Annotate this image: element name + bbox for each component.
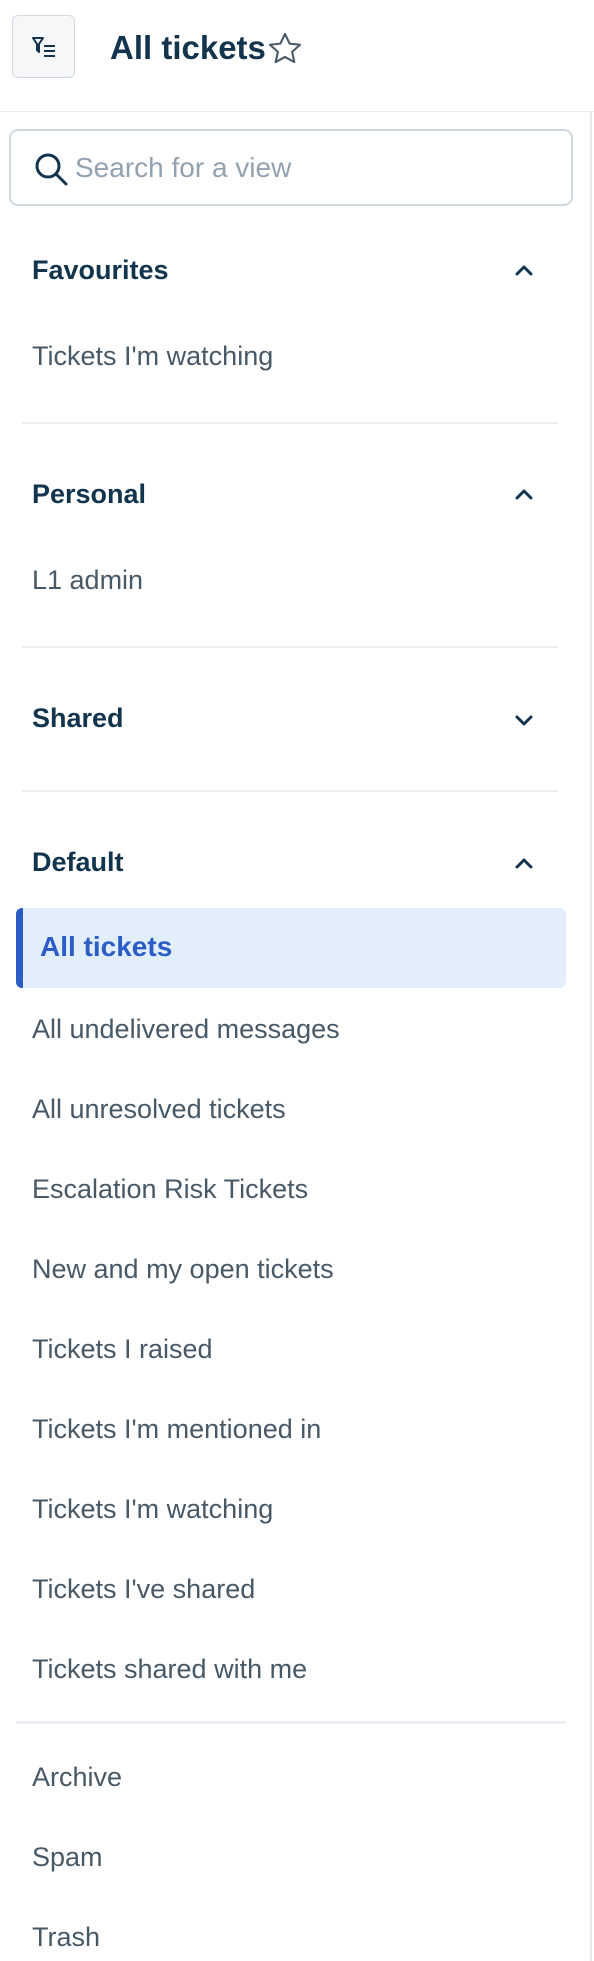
list-item-favourite[interactable]: Tickets I'm watching (32, 339, 273, 373)
list-item-default[interactable]: Tickets shared with me (32, 1652, 307, 1686)
view-search[interactable] (9, 129, 573, 206)
views-sidebar: All tickets Favourites Tickets I'm watch… (0, 0, 594, 1961)
list-item-default[interactable]: Tickets I'm watching (32, 1492, 273, 1526)
chevron-down-icon[interactable] (510, 706, 538, 734)
list-item-default[interactable]: All undelivered messages (32, 1012, 340, 1046)
filter-list-icon (31, 36, 55, 57)
list-item-default[interactable]: Escalation Risk Tickets (32, 1172, 308, 1206)
section-divider (16, 1721, 566, 1724)
star-outline-icon[interactable] (266, 30, 304, 68)
scrollbar-track (590, 112, 592, 1961)
header-bar: All tickets (0, 0, 594, 112)
list-item-default[interactable]: Tickets I've shared (32, 1572, 255, 1606)
active-item-label[interactable]: All tickets (40, 930, 172, 964)
list-item-spam[interactable]: Spam (32, 1840, 103, 1874)
section-divider (22, 646, 558, 648)
filter-toggle-button[interactable] (12, 15, 75, 78)
section-divider (22, 422, 558, 424)
section-default-header[interactable]: Default (32, 845, 124, 879)
list-item-default[interactable]: Tickets I'm mentioned in (32, 1412, 321, 1446)
chevron-up-icon[interactable] (510, 849, 538, 877)
section-divider (22, 790, 558, 792)
chevron-up-icon[interactable] (510, 256, 538, 284)
section-favourites-header[interactable]: Favourites (32, 253, 169, 287)
page-title: All tickets (110, 29, 266, 66)
list-item-default[interactable]: Tickets I raised (32, 1332, 213, 1366)
list-item-trash[interactable]: Trash (32, 1920, 100, 1954)
section-shared-header[interactable]: Shared (32, 701, 124, 735)
search-input[interactable] (75, 143, 555, 193)
list-item-default[interactable]: New and my open tickets (32, 1252, 334, 1286)
search-icon (35, 153, 68, 186)
section-personal-header[interactable]: Personal (32, 477, 146, 511)
chevron-up-icon[interactable] (510, 480, 538, 508)
list-item-default[interactable]: All unresolved tickets (32, 1092, 286, 1126)
list-item-personal[interactable]: L1 admin (32, 563, 143, 597)
list-item-archive[interactable]: Archive (32, 1760, 122, 1794)
